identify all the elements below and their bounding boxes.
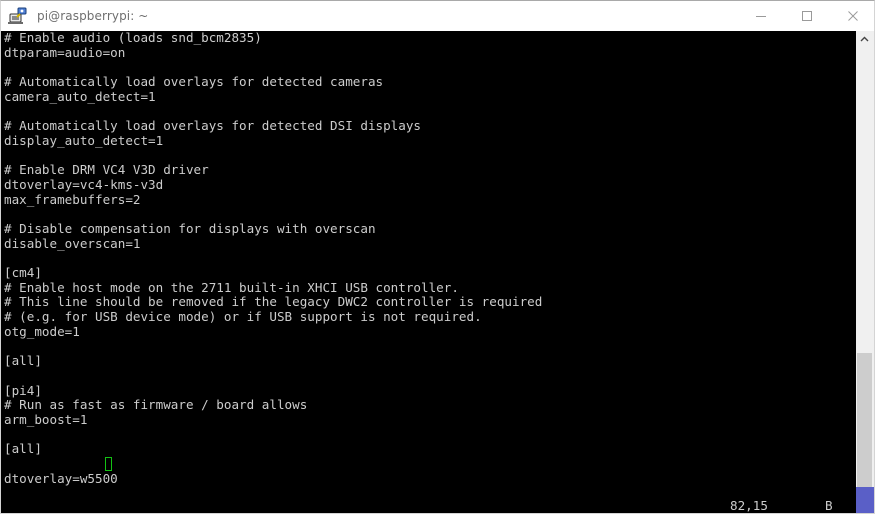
chevron-up-icon[interactable] [856,31,873,48]
terminal-line: [pi4] [4,382,42,398]
terminal-text-area[interactable]: # Enable audio (loads snd_bcm2835) dtpara… [1,31,858,497]
putty-terminal-icon [7,5,29,27]
putty-terminal-window: pi@raspberrypi: ~ # Enable audio (loads … [0,0,875,514]
terminal-line: otg_mode=1 [4,323,80,339]
scrollbar-thumb[interactable] [857,353,872,489]
window-controls [738,1,874,31]
maximize-button[interactable] [784,1,830,31]
window-corner-accent [856,487,874,513]
terminal-screen[interactable]: # Enable audio (loads snd_bcm2835) dtpara… [1,31,858,513]
window-titlebar[interactable]: pi@raspberrypi: ~ [1,1,874,31]
terminal-line: [cm4] [4,265,42,280]
window-title: pi@raspberrypi: ~ [37,9,149,23]
terminal-line: display_auto_detect=1 [4,132,164,148]
terminal-line: # Automatically load overlays for detect… [4,118,422,134]
terminal-line: # Enable audio (loads snd_bcm2835) [4,31,262,45]
file-state-indicator: B [825,498,833,513]
terminal-line: # (e.g. for USB device mode) or if USB s… [4,309,482,325]
cursor-position-indicator: 82,15 [730,498,768,513]
terminal-line: # Enable host mode on the 2711 built-in … [4,279,459,295]
terminal-line: camera_auto_detect=1 [4,88,156,104]
close-button[interactable] [830,1,874,31]
terminal-line: [all] [4,441,42,457]
terminal-line: dtoverlay=w5500 [4,470,118,486]
minimize-button[interactable] [738,1,784,31]
vertical-scrollbar[interactable] [855,31,874,513]
terminal-line: # Enable DRM VC4 V3D driver [4,162,209,178]
terminal-line: # Disable compensation for displays with… [4,220,376,236]
terminal-line [1,456,858,472]
terminal-line: dtoverlay=vc4-kms-v3d [4,176,164,192]
vim-status-line: 82,15 B [1,497,858,513]
terminal-line: dtparam=audio=on [4,44,126,60]
terminal-line: # Automatically load overlays for detect… [4,74,384,90]
terminal-line: # Run as fast as firmware / board allows [4,397,308,413]
terminal-line: disable_overscan=1 [4,235,141,251]
text-cursor [105,456,112,471]
terminal-line: max_framebuffers=2 [4,191,141,207]
terminal-line: arm_boost=1 [4,411,88,427]
terminal-line: [all] [4,353,42,369]
terminal-line: # This line should be removed if the leg… [4,294,543,310]
